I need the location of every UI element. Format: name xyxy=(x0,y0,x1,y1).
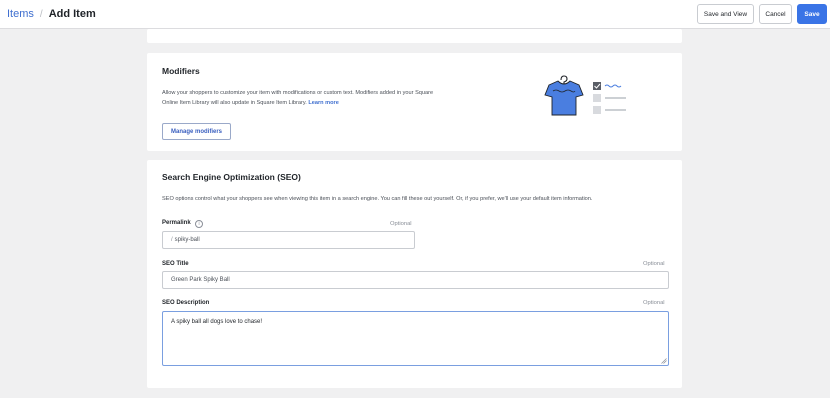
save-button[interactable]: Save xyxy=(797,4,827,24)
seo-title-input[interactable]: Green Park Spiky Ball xyxy=(162,271,669,289)
seo-title-label: SEO Title xyxy=(162,261,189,267)
seo-description-text: SEO options control what your shoppers s… xyxy=(162,196,593,202)
cancel-button[interactable]: Cancel xyxy=(759,4,792,24)
seo-description-textarea[interactable]: A spiky ball all dogs love to chase! xyxy=(162,311,669,366)
modifiers-description: Allow your shoppers to customize your it… xyxy=(162,89,502,108)
page-title: Add Item xyxy=(48,8,96,20)
top-bar: Items / Add Item Save and View Cancel Sa… xyxy=(0,0,830,29)
permalink-label: Permalink xyxy=(162,220,191,226)
modifiers-description-line1: Allow your shoppers to customize your it… xyxy=(162,90,434,96)
permalink-prefix: / xyxy=(171,237,173,243)
info-icon[interactable]: i xyxy=(195,220,203,228)
breadcrumb-items-link[interactable]: Items xyxy=(7,8,34,20)
modifiers-title: Modifiers xyxy=(162,66,200,76)
seo-description-optional: Optional xyxy=(643,300,665,306)
modifiers-card: Modifiers Allow your shoppers to customi… xyxy=(147,53,682,151)
permalink-input[interactable]: / spiky-ball xyxy=(162,231,415,249)
seo-title-heading: Search Engine Optimization (SEO) xyxy=(162,172,301,182)
previous-section-card xyxy=(147,29,682,43)
breadcrumb: Items / Add Item xyxy=(7,8,96,20)
seo-card: Search Engine Optimization (SEO) SEO opt… xyxy=(147,160,682,388)
breadcrumb-separator: / xyxy=(39,8,43,20)
save-and-view-button[interactable]: Save and View xyxy=(697,4,754,24)
learn-more-link[interactable]: Learn more xyxy=(308,100,338,106)
resize-handle-icon[interactable] xyxy=(661,358,667,364)
shirt-with-checklist-illustration-icon xyxy=(544,75,626,116)
permalink-optional: Optional xyxy=(390,221,412,227)
permalink-value: spiky-ball xyxy=(174,237,200,243)
modifiers-description-line2: Online Item Library will also update in … xyxy=(162,99,307,106)
seo-description-label: SEO Description xyxy=(162,300,210,306)
manage-modifiers-button[interactable]: Manage modifiers xyxy=(162,123,232,140)
seo-title-optional: Optional xyxy=(643,261,665,267)
